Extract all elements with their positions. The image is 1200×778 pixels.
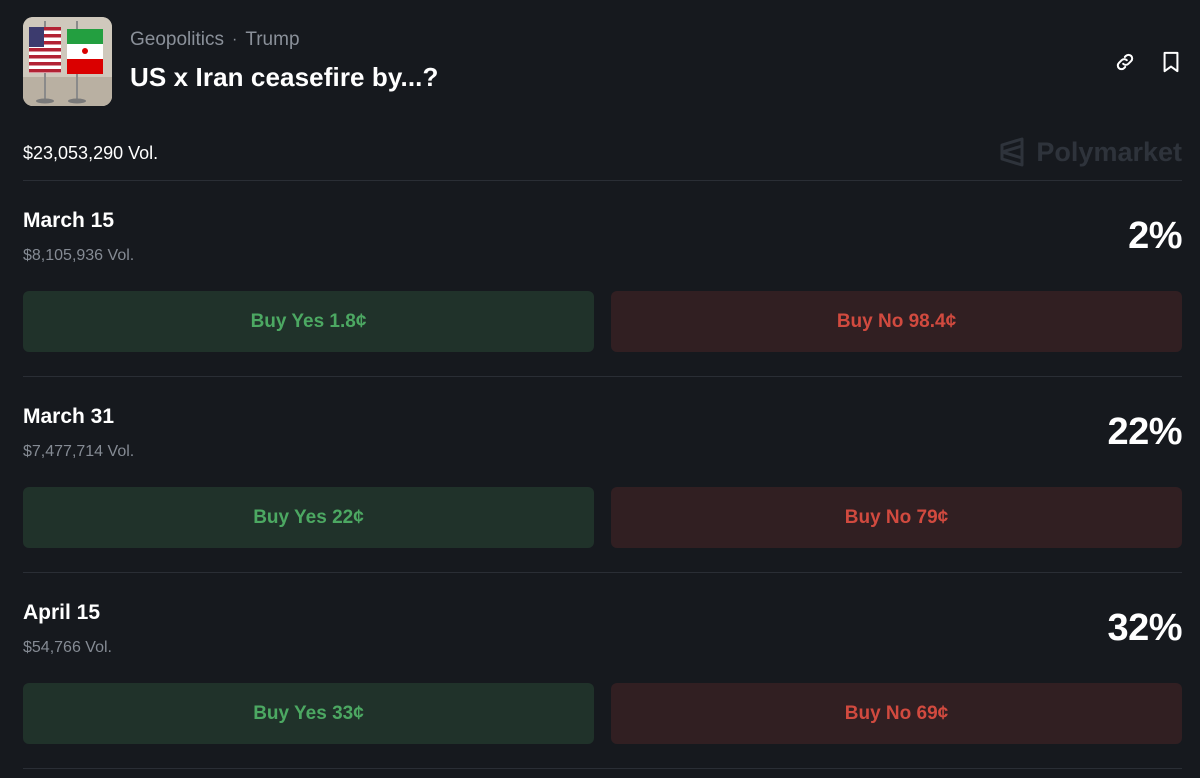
brand-watermark: Polymarket <box>998 136 1182 168</box>
breadcrumb: Geopolitics · Trump <box>130 29 300 51</box>
market-volume: $54,766 Vol. <box>23 639 112 656</box>
breadcrumb-separator: · <box>232 31 238 48</box>
breadcrumb-subcategory[interactable]: Trump <box>245 29 299 51</box>
market-chance: 2% <box>1128 215 1182 257</box>
page-title: US x Iran ceasefire by...? <box>130 62 439 92</box>
divider <box>23 768 1182 769</box>
polymarket-logo-icon <box>1000 137 1024 167</box>
market-volume: $7,477,714 Vol. <box>23 443 135 460</box>
market-thumbnail <box>23 17 112 106</box>
total-volume: $23,053,290 Vol. <box>23 143 159 163</box>
buy-yes-button[interactable]: Buy Yes 33¢ <box>23 683 594 744</box>
market-list: March 15 $8,105,936 Vol. 2% Buy Yes 1.8¢… <box>23 181 1182 769</box>
market-buttons: Buy Yes 33¢ Buy No 69¢ <box>23 683 1182 744</box>
market-page: Geopolitics · Trump US x Iran ceasefire … <box>0 0 1200 778</box>
brand-name: Polymarket <box>1036 136 1182 167</box>
market-chance: 22% <box>1107 411 1182 453</box>
market-name: April 15 <box>23 601 101 624</box>
market-volume: $8,105,936 Vol. <box>23 247 135 264</box>
bookmark-icon[interactable] <box>1160 50 1182 74</box>
buy-no-button[interactable]: Buy No 79¢ <box>611 487 1182 548</box>
market-row: March 15 $8,105,936 Vol. 2% Buy Yes 1.8¢… <box>23 181 1182 376</box>
market-name: March 15 <box>23 209 115 232</box>
breadcrumb-category[interactable]: Geopolitics <box>130 29 224 51</box>
header-actions <box>1114 50 1182 74</box>
market-chance: 32% <box>1107 607 1182 649</box>
summary-row: $23,053,290 Vol. Polymarket <box>23 130 1182 180</box>
market-header: Geopolitics · Trump US x Iran ceasefire … <box>23 0 1182 130</box>
buy-yes-button[interactable]: Buy Yes 1.8¢ <box>23 291 594 352</box>
flags-image <box>23 17 112 106</box>
buy-yes-button[interactable]: Buy Yes 22¢ <box>23 487 594 548</box>
buy-no-button[interactable]: Buy No 69¢ <box>611 683 1182 744</box>
market-row: April 15 $54,766 Vol. 32% Buy Yes 33¢ Bu… <box>23 573 1182 768</box>
link-icon[interactable] <box>1114 50 1136 74</box>
buy-no-button[interactable]: Buy No 98.4¢ <box>611 291 1182 352</box>
market-row: March 31 $7,477,714 Vol. 22% Buy Yes 22¢… <box>23 377 1182 572</box>
market-buttons: Buy Yes 22¢ Buy No 79¢ <box>23 487 1182 548</box>
market-buttons: Buy Yes 1.8¢ Buy No 98.4¢ <box>23 291 1182 352</box>
market-name: March 31 <box>23 405 115 428</box>
